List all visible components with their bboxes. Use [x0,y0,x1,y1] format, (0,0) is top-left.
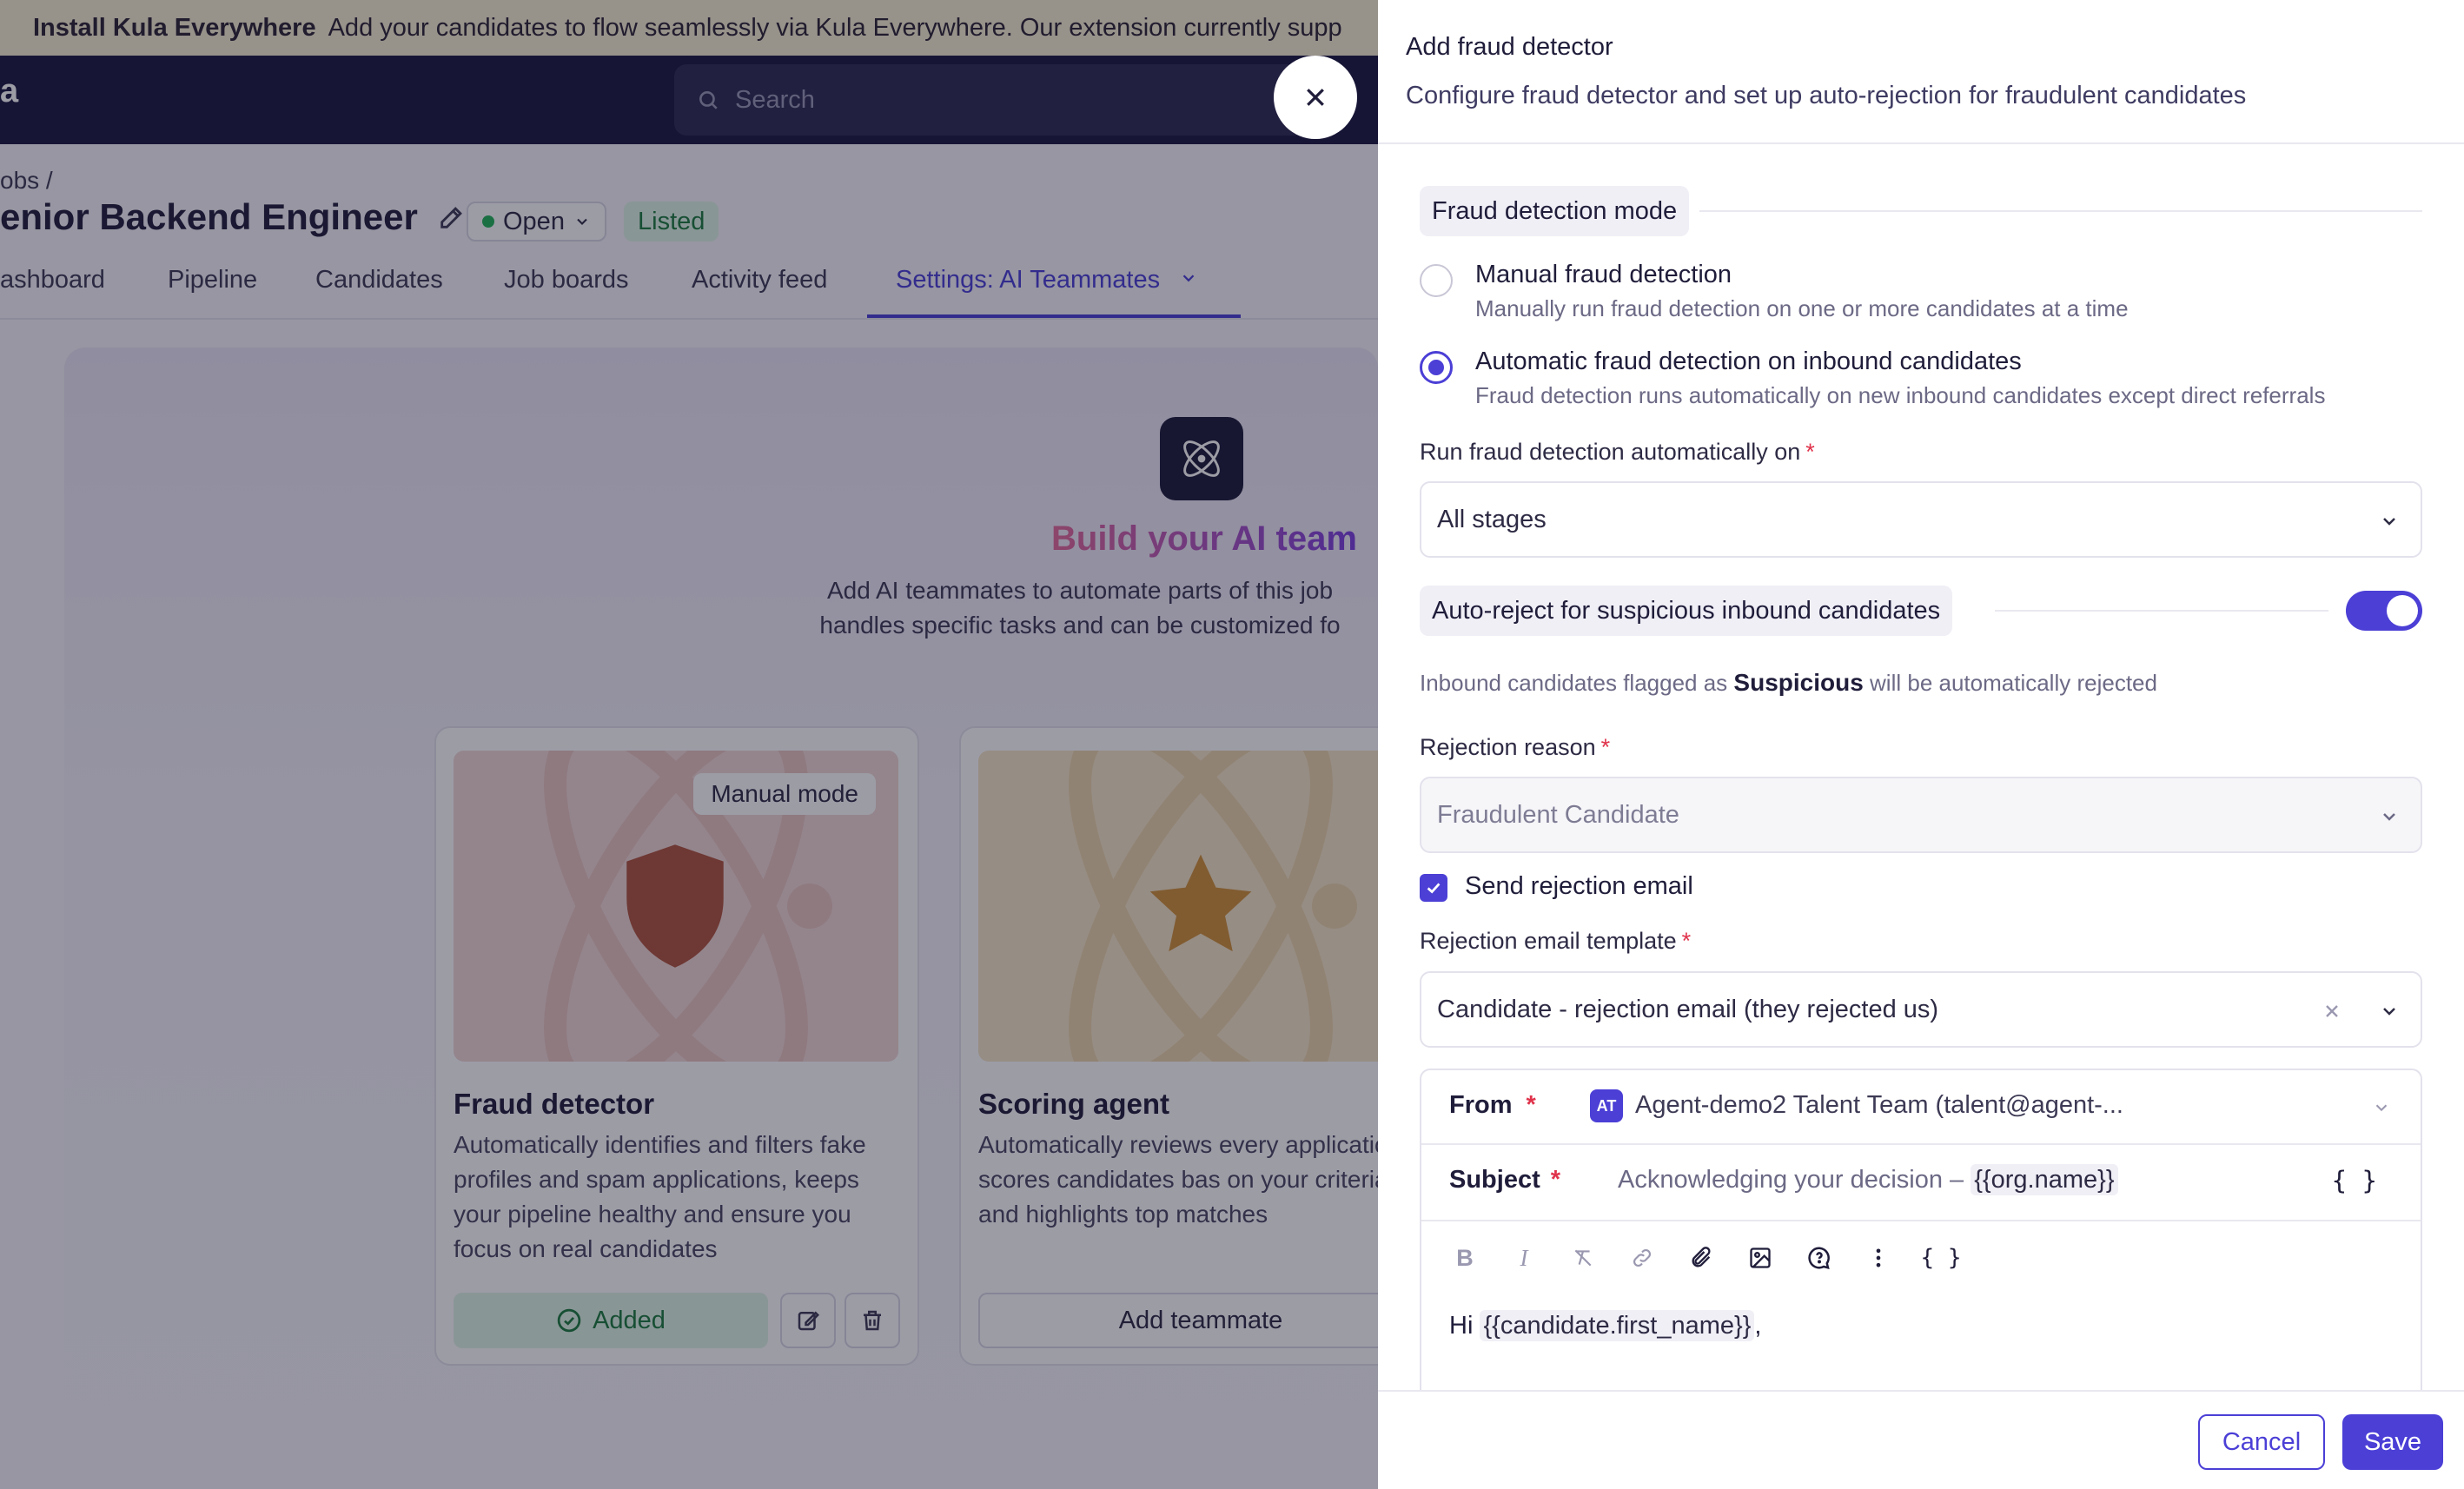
send-rejection-email-checkbox[interactable] [1420,874,1447,902]
insert-variable-icon[interactable]: { } [1917,1242,1965,1274]
auto-reject-note-pre: Inbound candidates flagged as [1420,670,1728,696]
section-divider [1995,610,2328,612]
chevron-down-icon [2383,813,2395,821]
auto-reject-heading: Auto-reject for suspicious inbound candi… [1420,586,1953,636]
required-mark: * [1600,734,1611,760]
manual-detection-description: Manually run fraud detection on one or m… [1475,295,2129,321]
auto-reject-note-post: will be automatically rejected [1870,670,2157,696]
rejection-template-select[interactable]: Candidate - rejection email (they reject… [1420,971,2422,1048]
from-select[interactable]: Agent-demo2 Talent Team (talent@agent-..… [1635,1091,2123,1120]
template-label-text: Rejection email template [1420,928,1677,954]
subject-label: Subject * [1449,1166,1560,1195]
template-label: Rejection email template * [1420,928,1691,955]
drawer-footer: Cancel Save [1378,1390,2464,1489]
auto-reject-toggle[interactable] [2346,591,2422,631]
template-value: Candidate - rejection email (they reject… [1437,995,1939,1023]
automatic-detection-title[interactable]: Automatic fraud detection on inbound can… [1475,347,2022,376]
editor-toolbar: B I { } [1421,1221,2421,1291]
from-row: From * AT Agent-demo2 Talent Team (talent… [1421,1070,2421,1145]
add-fraud-detector-drawer: Add fraud detector Configure fraud detec… [1378,0,2464,1489]
section-divider [1699,210,2422,212]
subject-variable-chip: {{org.name}} [1971,1164,2118,1195]
from-label: From * [1449,1091,1536,1120]
body-punctuation: , [1754,1312,1762,1340]
clear-icon[interactable] [2322,1001,2342,1022]
rejection-reason-value: Fraudulent Candidate [1437,800,1679,829]
modal-backdrop[interactable] [0,0,1378,1489]
drawer-subtitle: Configure fraud detector and set up auto… [1406,82,2247,109]
email-body-editor[interactable]: Hi {{candidate.first_name}}, [1449,1310,1762,1341]
fraud-detection-mode-heading: Fraud detection mode [1420,186,1690,236]
from-label-text: From [1449,1091,1513,1119]
italic-icon[interactable]: I [1508,1242,1540,1274]
required-mark: * [1681,928,1692,954]
attachment-icon[interactable] [1686,1242,1717,1274]
save-button[interactable]: Save [2342,1414,2443,1470]
chevron-down-icon[interactable] [2372,1098,2391,1117]
automatic-detection-radio[interactable] [1420,351,1453,384]
required-mark: * [1805,439,1815,465]
suspicious-label: Suspicious [1733,669,1864,696]
insert-variable-button[interactable]: { } [2332,1166,2377,1195]
subject-label-text: Subject [1449,1166,1540,1194]
run-on-stage-select[interactable]: All stages [1420,481,2422,558]
manual-detection-title[interactable]: Manual fraud detection [1475,261,1732,289]
manual-detection-radio[interactable] [1420,264,1453,297]
sender-avatar: AT [1590,1089,1623,1122]
check-icon [1427,883,1441,894]
rejection-reason-select[interactable]: Fraudulent Candidate [1420,777,2422,853]
more-options-icon[interactable] [1863,1242,1894,1274]
run-on-label-text: Run fraud detection automatically on [1420,439,1801,465]
bold-icon[interactable]: B [1449,1242,1480,1274]
close-drawer-button[interactable] [1274,56,1357,139]
rejection-reason-label: Rejection reason * [1420,734,1610,761]
body-variable-chip: {{candidate.first_name}} [1480,1310,1755,1341]
body-greeting: Hi [1449,1312,1474,1340]
cancel-button[interactable]: Cancel [2198,1414,2325,1470]
send-rejection-email-label[interactable]: Send rejection email [1465,872,1693,901]
subject-row: Subject * Acknowledging your decision – {… [1421,1145,2421,1221]
automatic-detection-description: Fraud detection runs automatically on ne… [1475,382,2326,408]
drawer-title: Add fraud detector [1406,33,1613,61]
image-icon[interactable] [1745,1242,1776,1274]
drawer-header: Add fraud detector Configure fraud detec… [1378,0,2464,144]
link-icon[interactable] [1626,1242,1658,1274]
comment-icon[interactable] [1804,1242,1835,1274]
required-mark: * [1550,1166,1561,1194]
chevron-down-icon [2383,1008,2395,1016]
subject-text: Acknowledging your decision – [1618,1166,1964,1194]
required-mark: * [1526,1091,1536,1119]
subject-input[interactable]: Acknowledging your decision – {{org.name… [1618,1164,2118,1195]
chevron-down-icon [2383,518,2395,526]
close-icon [1307,89,1324,106]
run-on-value: All stages [1437,505,1547,533]
rejection-reason-label-text: Rejection reason [1420,734,1596,760]
run-on-label: Run fraud detection automatically on * [1420,439,1815,466]
clear-format-icon[interactable] [1567,1242,1599,1274]
auto-reject-note: Inbound candidates flagged as Suspicious… [1420,669,2157,697]
